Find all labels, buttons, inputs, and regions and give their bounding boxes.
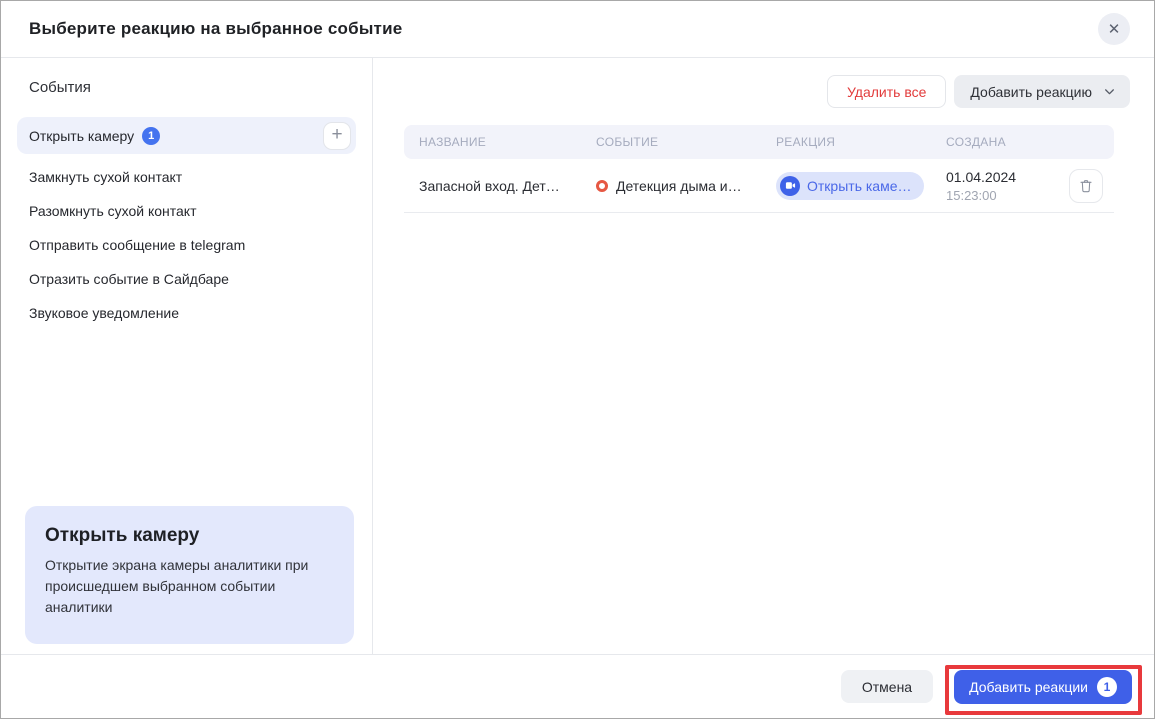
sidebar-item-label: Открыть камеру bbox=[29, 128, 134, 144]
row-reaction: Открыть каме… bbox=[776, 172, 946, 200]
event-info-card: Открыть камеру Открытие экрана камеры ан… bbox=[25, 506, 354, 644]
sidebar-item-sound-notification[interactable]: Звуковое уведомление bbox=[1, 296, 372, 330]
count-badge: 1 bbox=[142, 127, 160, 145]
created-date: 01.04.2024 bbox=[946, 169, 1069, 185]
chevron-down-icon bbox=[1103, 85, 1116, 98]
sidebar-item-open-camera[interactable]: Открыть камеру 1 + bbox=[17, 117, 356, 154]
row-created: 01.04.2024 15:23:00 bbox=[946, 169, 1069, 203]
reaction-dialog: Выберите реакцию на выбранное событие ✕ … bbox=[0, 0, 1155, 719]
add-event-button[interactable]: + bbox=[323, 122, 351, 150]
row-event-label: Детекция дыма и… bbox=[616, 178, 742, 194]
row-name: Запасной вход. Дет… bbox=[419, 178, 596, 194]
event-info-description: Открытие экрана камеры аналитики при про… bbox=[45, 555, 334, 618]
created-time: 15:23:00 bbox=[946, 188, 1069, 203]
dialog-header: Выберите реакцию на выбранное событие ✕ bbox=[1, 1, 1154, 58]
row-event: Детекция дыма и… bbox=[596, 178, 776, 194]
delete-row-button[interactable] bbox=[1069, 169, 1103, 203]
cancel-button[interactable]: Отмена bbox=[841, 670, 933, 703]
sidebar-item-telegram-message[interactable]: Отправить сообщение в telegram bbox=[1, 228, 372, 262]
camera-icon bbox=[780, 176, 800, 196]
column-header-created: СОЗДАНА bbox=[946, 135, 1069, 149]
close-icon: ✕ bbox=[1108, 22, 1121, 37]
event-list: Замкнуть сухой контакт Разомкнуть сухой … bbox=[1, 160, 372, 330]
submit-count-badge: 1 bbox=[1097, 677, 1117, 697]
close-button[interactable]: ✕ bbox=[1098, 13, 1130, 45]
add-reaction-label: Добавить реакцию bbox=[970, 84, 1092, 100]
event-marker-icon bbox=[596, 180, 608, 192]
reactions-toolbar: Удалить все Добавить реакцию bbox=[827, 75, 1130, 108]
reaction-chip: Открыть каме… bbox=[776, 172, 924, 200]
column-header-event: СОБЫТИЕ bbox=[596, 135, 776, 149]
dialog-title: Выберите реакцию на выбранное событие bbox=[29, 19, 402, 39]
dialog-footer: Отмена Добавить реакции 1 bbox=[1, 654, 1154, 718]
sidebar-item-close-dry-contact[interactable]: Замкнуть сухой контакт bbox=[1, 160, 372, 194]
events-sidebar: События Открыть камеру 1 + Замкнуть сухо… bbox=[1, 58, 373, 654]
event-info-title: Открыть камеру bbox=[45, 525, 334, 547]
add-reactions-submit-button[interactable]: Добавить реакции 1 bbox=[954, 670, 1132, 704]
table-header-row: НАЗВАНИЕ СОБЫТИЕ РЕАКЦИЯ СОЗДАНА bbox=[404, 125, 1114, 159]
sidebar-heading: События bbox=[29, 79, 372, 96]
trash-icon bbox=[1078, 178, 1094, 194]
row-actions bbox=[1069, 169, 1116, 203]
submit-label: Добавить реакции bbox=[969, 679, 1088, 695]
plus-icon: + bbox=[331, 125, 342, 144]
reaction-chip-label: Открыть каме… bbox=[807, 178, 912, 194]
sidebar-item-sidebar-event[interactable]: Отразить событие в Сайдбаре bbox=[1, 262, 372, 296]
add-reaction-dropdown-button[interactable]: Добавить реакцию bbox=[954, 75, 1130, 108]
sidebar-item-open-dry-contact[interactable]: Разомкнуть сухой контакт bbox=[1, 194, 372, 228]
delete-all-button[interactable]: Удалить все bbox=[827, 75, 946, 108]
reactions-panel: Удалить все Добавить реакцию НАЗВАНИЕ СО… bbox=[374, 58, 1154, 654]
column-header-name: НАЗВАНИЕ bbox=[419, 135, 596, 149]
column-header-reaction: РЕАКЦИЯ bbox=[776, 135, 946, 149]
table-row: Запасной вход. Дет… Детекция дыма и… Отк… bbox=[404, 159, 1114, 213]
